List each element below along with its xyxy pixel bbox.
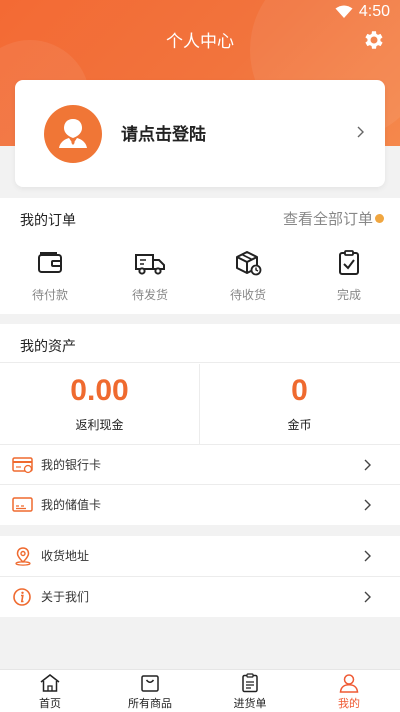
- cashback-label: 返利现金: [75, 418, 124, 432]
- shipping-address-row[interactable]: 收货地址: [0, 536, 400, 576]
- tab-home[interactable]: 首页: [0, 673, 100, 711]
- wifi-icon: [335, 5, 353, 18]
- location-pin-icon: [15, 547, 31, 566]
- stored-value-card-icon: [12, 497, 33, 512]
- about-us-row[interactable]: 关于我们: [0, 576, 400, 616]
- order-status-label: 待付款: [31, 288, 68, 302]
- cashback-stat[interactable]: 0.00 返利现金: [0, 364, 199, 444]
- tab-mine[interactable]: 我的: [299, 673, 399, 711]
- login-card[interactable]: 请点击登陆: [15, 80, 385, 187]
- chevron-right-icon: [364, 591, 371, 603]
- stored-value-card-row[interactable]: 我的储值卡: [0, 484, 400, 524]
- assets-title: 我的资产: [20, 339, 76, 355]
- tab-label: 我的: [338, 697, 360, 710]
- clipboard-check-icon: [339, 250, 359, 275]
- assets-section: 我的资产 0.00 返利现金 0 金币 我的银行卡 我的储值卡: [0, 324, 400, 525]
- bank-card-icon: [12, 457, 33, 474]
- info-icon: [13, 588, 31, 606]
- view-all-label: 查看全部订单: [282, 210, 373, 228]
- chevron-right-icon: [364, 459, 371, 471]
- order-status-label: 完成: [336, 288, 361, 302]
- tab-label: 进货单: [233, 697, 267, 710]
- page-title: 个人中心: [166, 32, 234, 52]
- order-status-pending-payment[interactable]: 待付款: [0, 248, 100, 306]
- order-status-label: 待收货: [229, 288, 266, 302]
- order-status-label: 待发货: [131, 288, 168, 302]
- wallet-icon: [38, 252, 62, 273]
- bank-card-label: 我的银行卡: [41, 458, 102, 472]
- package-icon: [236, 251, 262, 276]
- chevron-right-icon: [357, 126, 364, 138]
- coins-stat[interactable]: 0 金币: [200, 364, 399, 444]
- coins-label: 金币: [287, 418, 312, 432]
- order-status-completed[interactable]: 完成: [299, 248, 399, 306]
- shipping-address-label: 收货地址: [41, 549, 90, 563]
- tab-label: 首页: [39, 697, 61, 710]
- order-status-pending-shipment[interactable]: 待发货: [100, 248, 200, 306]
- chevron-right-icon: [364, 499, 371, 511]
- default-user-icon: [59, 119, 87, 148]
- avatar: [44, 105, 102, 163]
- view-all-orders-link[interactable]: 查看全部订单: [283, 208, 384, 229]
- cashback-value: 0.00: [70, 374, 129, 407]
- chevron-right-icon: [364, 550, 371, 562]
- order-status-pending-receipt[interactable]: 待收货: [198, 248, 298, 306]
- bottom-tab-bar: 首页 所有商品 进货单 我的: [0, 669, 400, 712]
- stored-value-card-label: 我的储值卡: [41, 498, 102, 512]
- status-bar: 4:50: [0, 0, 400, 24]
- status-time: 4:50: [358, 3, 390, 20]
- misc-section: 收货地址 关于我们: [0, 536, 400, 617]
- coins-value: 0: [291, 374, 308, 407]
- about-us-label: 关于我们: [41, 590, 90, 604]
- tab-purchase-list[interactable]: 进货单: [200, 673, 300, 711]
- tab-label: 所有商品: [128, 697, 172, 710]
- gear-icon[interactable]: [362, 28, 386, 52]
- login-prompt: 请点击登陆: [121, 125, 206, 145]
- notification-dot: [375, 214, 384, 223]
- tab-all-products[interactable]: 所有商品: [100, 673, 200, 711]
- order-list-icon: [242, 673, 258, 693]
- user-icon: [339, 674, 359, 693]
- home-icon: [40, 674, 60, 692]
- divider: [0, 362, 400, 363]
- bank-card-row[interactable]: 我的银行卡: [0, 444, 400, 484]
- shopping-bag-icon: [141, 675, 159, 692]
- orders-section: 我的订单 查看全部订单 待付款 待发货 待收货 完成: [0, 198, 400, 314]
- orders-title: 我的订单: [20, 213, 76, 229]
- truck-icon: [135, 254, 165, 275]
